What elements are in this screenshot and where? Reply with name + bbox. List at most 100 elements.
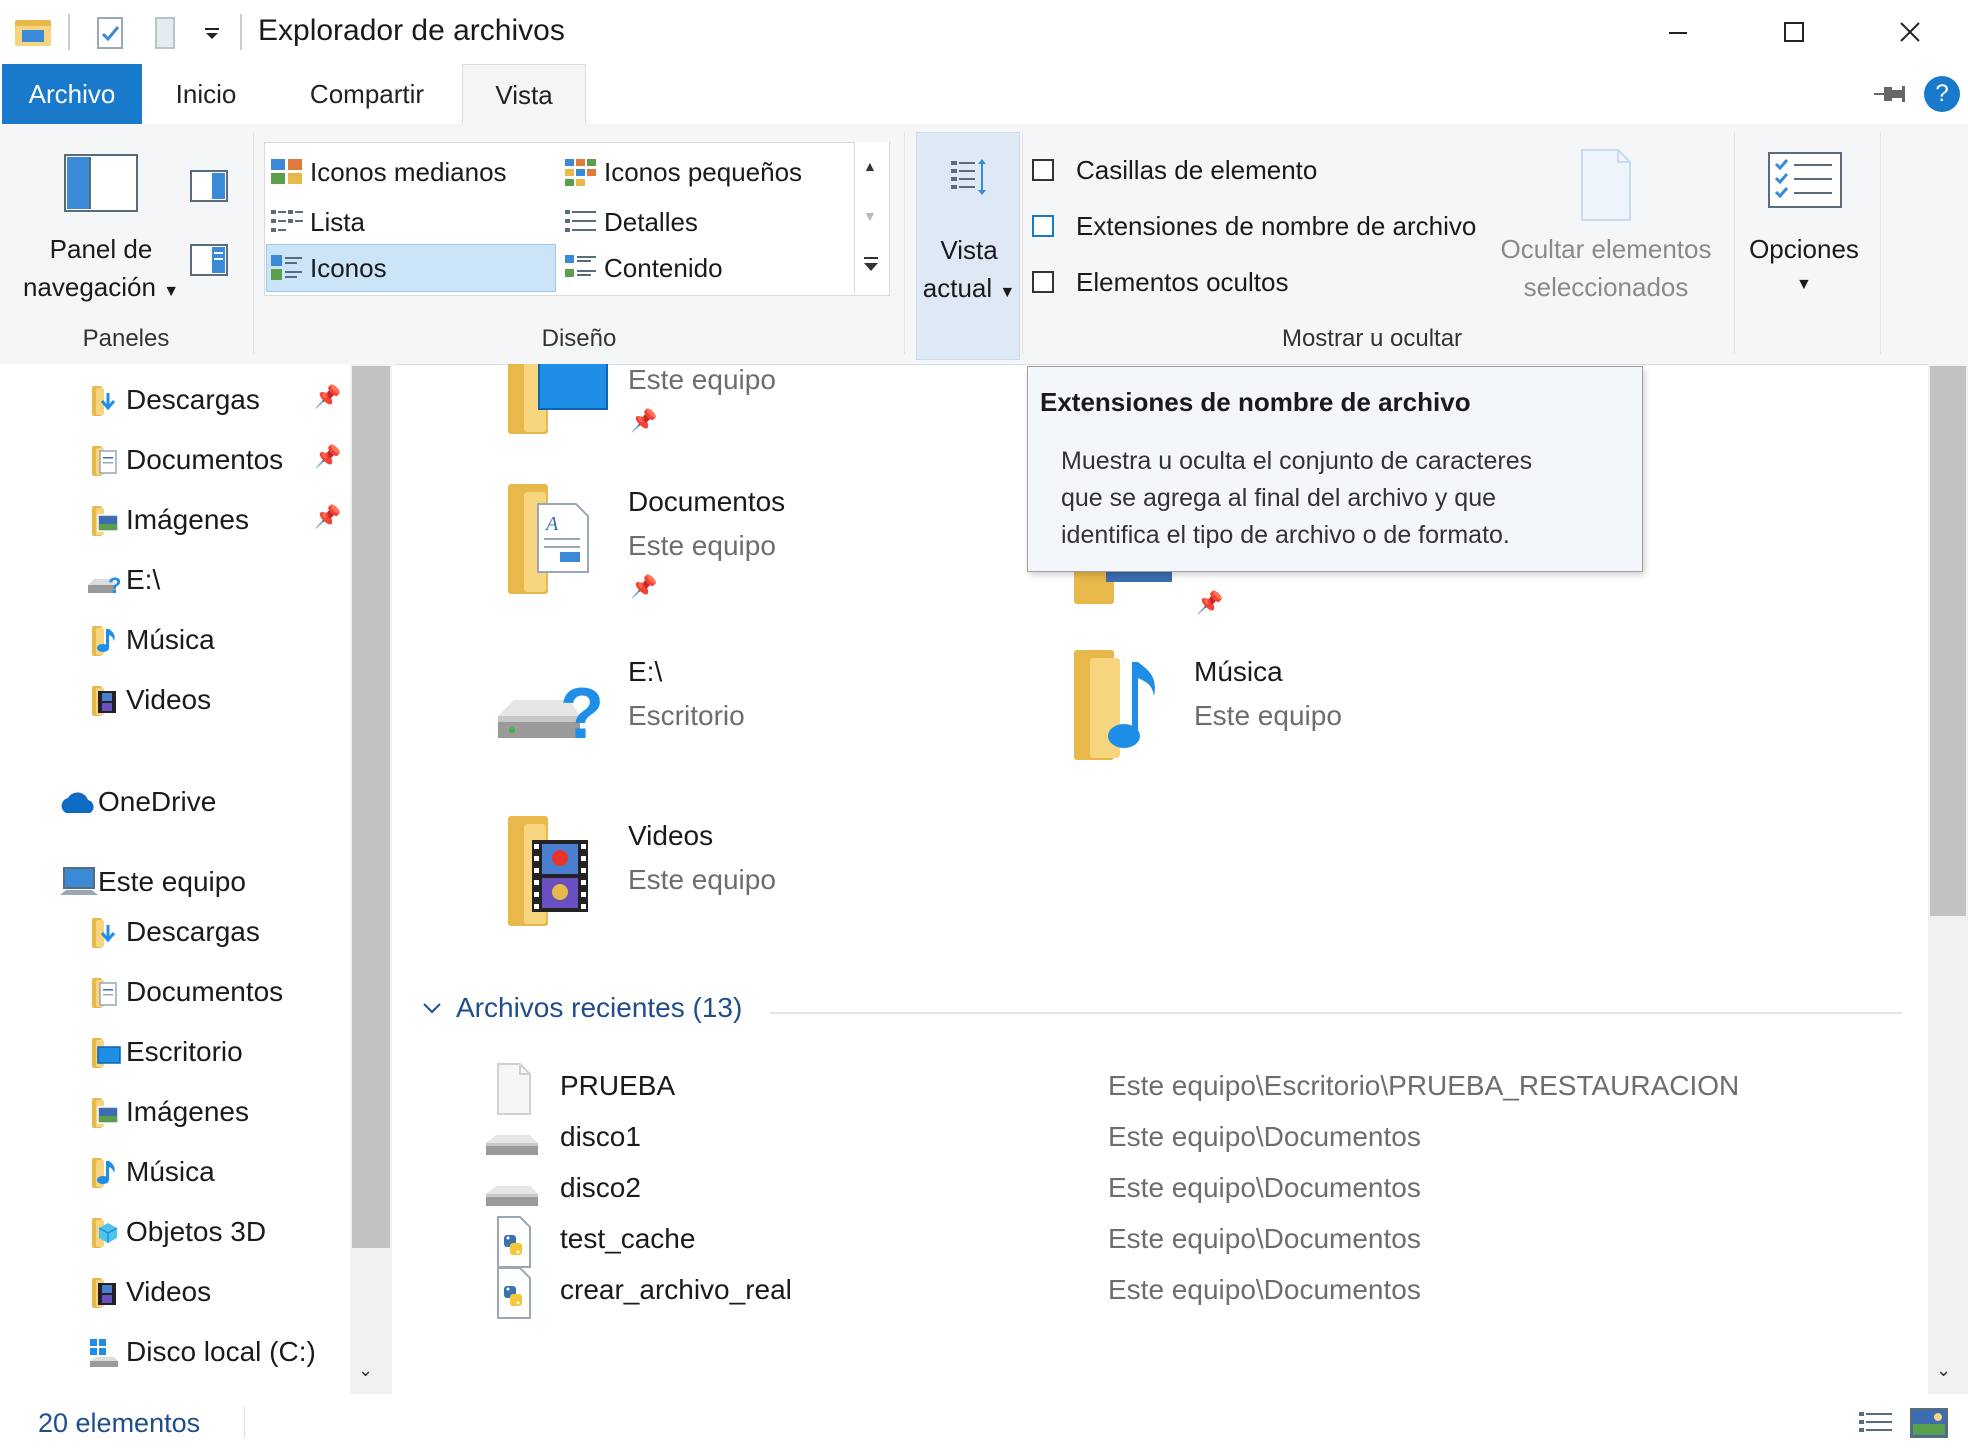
options-button[interactable]: Opciones ▼ xyxy=(1736,140,1872,310)
nav-item[interactable]: Objetos 3D xyxy=(86,1202,266,1262)
customize-quick-access-icon[interactable] xyxy=(200,20,224,44)
pictures-folder-icon xyxy=(86,503,120,537)
recent-file-row[interactable]: crear_archivo_real Este equipo\Documentos xyxy=(484,1266,1904,1319)
tooltip-line: que se agrega al final del archivo y que xyxy=(1061,484,1497,512)
nav-item-label: Videos xyxy=(126,684,212,715)
nav-onedrive[interactable]: OneDrive xyxy=(58,772,216,832)
item-checkboxes-checkbox[interactable] xyxy=(1032,159,1054,181)
file-explorer-icon[interactable] xyxy=(14,16,52,48)
recent-file-row[interactable]: disco2 Este equipo\Documentos xyxy=(484,1164,1904,1215)
nav-item[interactable]: Videos xyxy=(86,670,211,730)
maximize-button[interactable] xyxy=(1736,0,1852,64)
large-icons-view-toggle[interactable] xyxy=(1910,1408,1948,1443)
pin-ribbon-icon[interactable] xyxy=(1872,82,1906,106)
properties-icon[interactable] xyxy=(96,16,126,50)
navigation-pane-button[interactable]: Panel de navegación ▼ xyxy=(14,140,188,310)
preview-pane-icon xyxy=(190,170,228,202)
nav-item[interactable]: Documentos xyxy=(86,430,283,490)
quick-access-tile[interactable]: Música Este equipo xyxy=(1070,640,1590,780)
file-extensions-checkbox[interactable] xyxy=(1032,215,1054,237)
recent-file-name: disco1 xyxy=(560,1121,641,1152)
python-file-icon xyxy=(484,1266,540,1325)
pin-icon: 📌 xyxy=(1196,590,1224,615)
hide-selected-label-1: Ocultar elementos xyxy=(1500,234,1712,264)
svg-text:?: ? xyxy=(108,573,121,597)
nav-item[interactable]: Escritorio xyxy=(86,1022,243,1082)
downloads-folder-icon xyxy=(86,383,120,417)
tab-file[interactable]: Archivo xyxy=(2,64,142,124)
layout-small-icons[interactable]: Iconos pequeños xyxy=(564,148,802,196)
svg-text:?: ? xyxy=(560,674,604,754)
quick-access-tile[interactable]: Este equipo 📌 xyxy=(504,364,1024,464)
layout-medium-icons[interactable]: Iconos medianos xyxy=(270,148,507,196)
nav-item[interactable]: Descargas xyxy=(86,902,260,962)
item-checkboxes-toggle[interactable]: Casillas de elemento xyxy=(1032,150,1317,190)
collapse-chevron-icon[interactable] xyxy=(420,996,444,1025)
help-icon[interactable]: ? xyxy=(1924,76,1960,112)
header-rule xyxy=(770,1012,1902,1014)
current-view-icon xyxy=(951,159,986,195)
details-pane-button[interactable] xyxy=(190,244,230,278)
tab-view[interactable]: Vista xyxy=(462,64,586,125)
gallery-scroll-down-icon[interactable]: ▼ xyxy=(863,208,877,224)
dropdown-arrow-icon: ▼ xyxy=(163,283,180,300)
content-scroll-down-icon[interactable]: ⌄ xyxy=(1936,1360,1951,1381)
3d-objects-folder-icon xyxy=(86,1215,120,1249)
current-view-button[interactable]: Vista actual ▼ xyxy=(916,132,1020,360)
details-view-toggle[interactable] xyxy=(1858,1410,1894,1443)
gallery-more-icon[interactable] xyxy=(861,254,881,279)
layout-list[interactable]: Lista xyxy=(270,198,365,246)
hidden-items-toggle[interactable]: Elementos ocultos xyxy=(1032,262,1288,302)
nav-item-label: Imágenes xyxy=(126,1096,249,1127)
recent-file-row[interactable]: test_cache Este equipo\Documentos xyxy=(484,1215,1904,1268)
layout-group-label: Diseño xyxy=(541,325,617,352)
new-folder-icon[interactable] xyxy=(152,16,178,50)
quick-access-tile[interactable]: Videos Este equipo xyxy=(504,804,1024,944)
hidden-items-checkbox[interactable] xyxy=(1032,271,1054,293)
recent-file-path: Este equipo\Documentos xyxy=(1108,1121,1421,1152)
recent-file-row[interactable]: disco1 Este equipo\Documentos xyxy=(484,1113,1904,1164)
layout-tiles-label: Iconos xyxy=(310,252,387,283)
preview-pane-button[interactable] xyxy=(190,170,230,204)
nav-item[interactable]: Disco local (C:) xyxy=(86,1322,316,1382)
nav-item[interactable]: ? E:\ xyxy=(86,550,160,610)
gallery-scroll-up-icon[interactable]: ▲ xyxy=(863,158,877,174)
tab-home[interactable]: Inicio xyxy=(150,64,262,124)
quick-access-tile[interactable]: ? E:\ Escritorio xyxy=(494,640,1014,770)
layout-content[interactable]: Contenido xyxy=(564,244,723,292)
nav-item-label: Videos xyxy=(126,1276,212,1307)
nav-item[interactable]: Imágenes xyxy=(86,1082,249,1142)
recent-file-path: Este equipo\Documentos xyxy=(1108,1172,1421,1203)
pin-icon: 📌 xyxy=(314,504,342,529)
navigation-pane-icon xyxy=(64,154,138,212)
nav-item[interactable]: Descargas xyxy=(86,370,260,430)
tooltip-line: identifica el tipo de archivo o de forma… xyxy=(1061,521,1510,549)
layout-tiles[interactable]: Iconos xyxy=(270,244,387,292)
quick-access-tile[interactable]: A Documentos Este equipo 📌 xyxy=(504,474,1024,624)
maximize-icon xyxy=(1784,22,1804,42)
status-separator xyxy=(244,1406,245,1438)
minimize-button[interactable] xyxy=(1620,0,1736,64)
close-button[interactable] xyxy=(1852,0,1968,64)
nav-item[interactable]: Música xyxy=(86,610,215,670)
layout-small-icons-label: Iconos pequeños xyxy=(604,156,803,187)
tile-name: Videos xyxy=(628,820,714,851)
layout-details[interactable]: Detalles xyxy=(564,198,698,246)
nav-item[interactable]: Música xyxy=(86,1142,215,1202)
small-icons-icon xyxy=(564,157,598,187)
nav-item[interactable]: Videos xyxy=(86,1262,211,1322)
hide-selected-items-button[interactable]: Ocultar elementos seleccionados xyxy=(1486,140,1726,310)
nav-scroll-down-icon[interactable]: ⌄ xyxy=(358,1360,373,1381)
tooltip: Extensiones de nombre de archivo Muestra… xyxy=(1027,366,1643,572)
recent-file-row[interactable]: PRUEBA Este equipo\Escritorio\PRUEBA_REST… xyxy=(484,1062,1904,1115)
window-title: Explorador de archivos xyxy=(258,14,565,47)
tab-share[interactable]: Compartir xyxy=(280,64,454,124)
recent-files-header[interactable]: Archivos recientes (13) xyxy=(420,992,1920,1032)
file-extensions-toggle[interactable]: Extensiones de nombre de archivo xyxy=(1032,206,1476,246)
content-scrollbar-thumb[interactable] xyxy=(1930,366,1966,916)
nav-item[interactable]: Imágenes xyxy=(86,490,249,550)
nav-item-label: Descargas xyxy=(126,384,260,415)
nav-item[interactable]: Documentos xyxy=(86,962,283,1022)
nav-scrollbar-thumb[interactable] xyxy=(352,366,390,1248)
nav-item[interactable]: Unidad de CD (D:) xyxy=(86,1382,356,1394)
